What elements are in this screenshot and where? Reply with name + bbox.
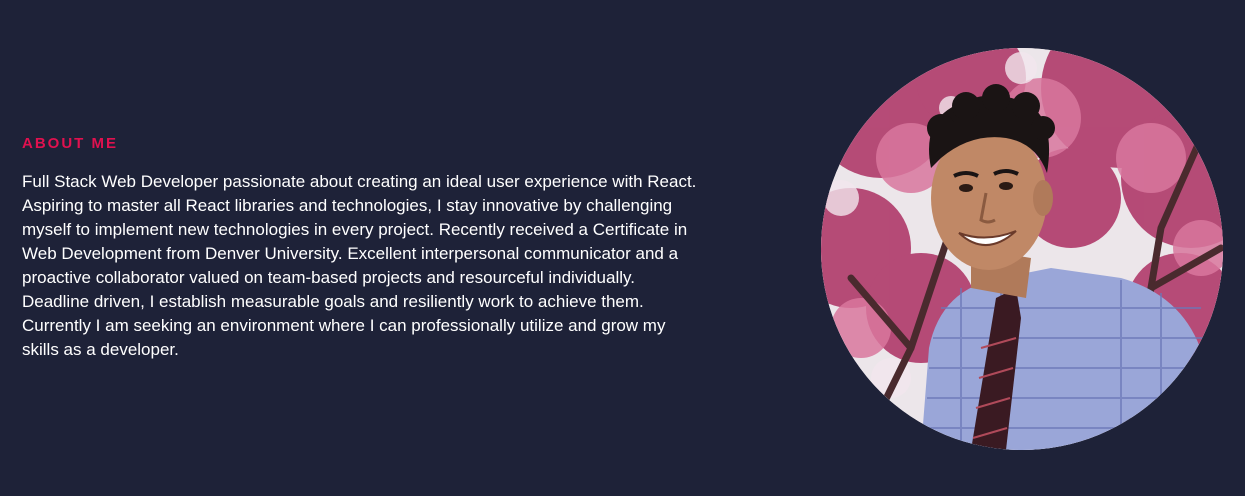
about-section: ABOUT ME Full Stack Web Developer passio… (0, 0, 1245, 496)
bio-paragraph: Full Stack Web Developer passionate abou… (22, 172, 697, 359)
about-text-block: ABOUT ME Full Stack Web Developer passio… (22, 136, 702, 362)
profile-photo (821, 48, 1223, 450)
section-heading: ABOUT ME (22, 135, 118, 152)
